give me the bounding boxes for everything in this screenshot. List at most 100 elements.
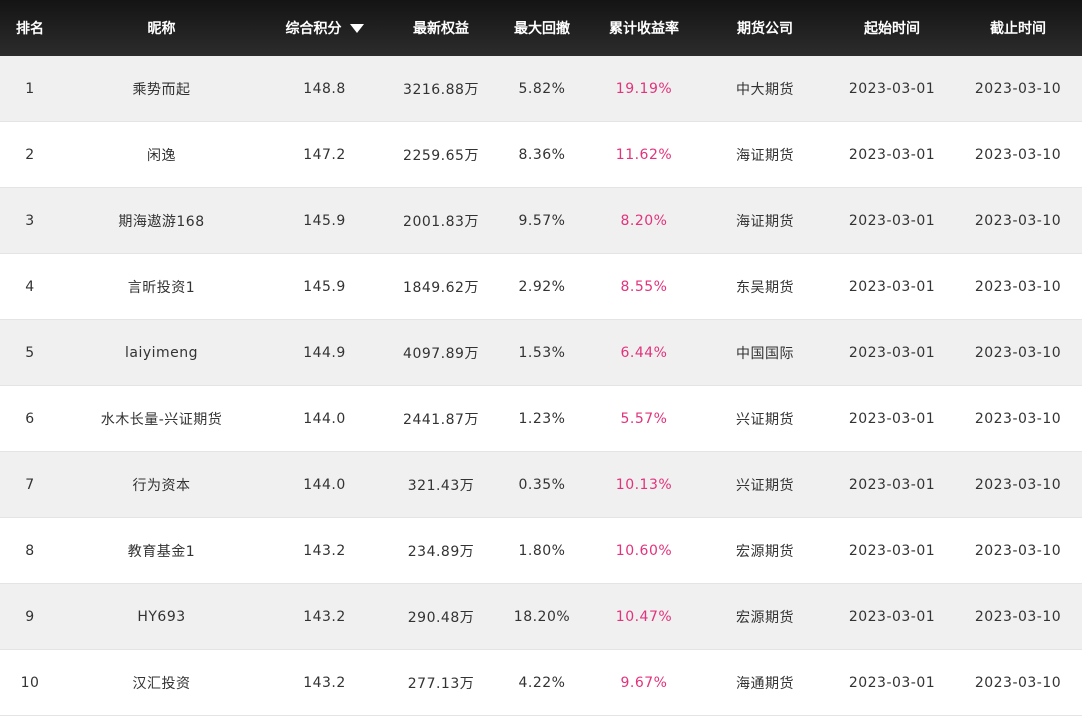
header-cum-return: 累计收益率 bbox=[609, 21, 679, 37]
equity-cell: 321.43万 bbox=[407, 477, 475, 494]
drawdown-cell: 9.57% bbox=[518, 212, 566, 229]
nickname-cell: 汉汇投资 bbox=[132, 675, 191, 692]
header-start-time: 起始时间 bbox=[864, 21, 920, 37]
end-time-cell: 2023-03-10 bbox=[974, 608, 1062, 625]
end-time-cell: 2023-03-10 bbox=[974, 212, 1062, 229]
end-time-cell: 2023-03-10 bbox=[974, 278, 1062, 295]
equity-cell: 290.48万 bbox=[407, 609, 475, 626]
nickname-cell: 行为资本 bbox=[132, 477, 191, 494]
start-time-cell: 2023-03-01 bbox=[848, 278, 936, 295]
return-cell: 5.57% bbox=[620, 410, 668, 427]
nickname-cell: 期海遨游168 bbox=[118, 213, 205, 230]
nickname-cell: HY693 bbox=[137, 608, 186, 625]
nickname-cell: 言昕投资1 bbox=[127, 279, 196, 296]
company-cell: 中国国际 bbox=[736, 345, 794, 362]
score-cell: 144.0 bbox=[303, 476, 346, 493]
table-row: 8 教育基金1 143.2 234.89万 1.80% 10.60% 宏源期货 … bbox=[0, 518, 1082, 584]
drawdown-cell: 5.82% bbox=[518, 80, 566, 97]
start-time-cell: 2023-03-01 bbox=[848, 344, 936, 361]
score-cell: 147.2 bbox=[303, 146, 346, 163]
equity-cell: 3216.88万 bbox=[403, 81, 479, 98]
equity-cell: 234.89万 bbox=[407, 543, 475, 560]
start-time-cell: 2023-03-01 bbox=[848, 80, 936, 97]
rank-cell: 9 bbox=[25, 608, 35, 625]
return-cell: 8.20% bbox=[620, 212, 668, 229]
header-max-drawdown: 最大回撤 bbox=[514, 21, 570, 37]
table-row: 9 HY693 143.2 290.48万 18.20% 10.47% 宏源期货… bbox=[0, 584, 1082, 650]
equity-cell: 2259.65万 bbox=[403, 147, 479, 164]
return-cell: 9.67% bbox=[620, 674, 668, 691]
end-time-cell: 2023-03-10 bbox=[974, 542, 1062, 559]
score-cell: 143.2 bbox=[303, 542, 346, 559]
header-rank: 排名 bbox=[16, 21, 44, 37]
drawdown-cell: 1.53% bbox=[518, 344, 566, 361]
score-cell: 145.9 bbox=[303, 212, 346, 229]
return-cell: 8.55% bbox=[620, 278, 668, 295]
table-row: 7 行为资本 144.0 321.43万 0.35% 10.13% 兴证期货 2… bbox=[0, 452, 1082, 518]
rank-cell: 5 bbox=[25, 344, 35, 361]
nickname-cell: 水木长量-兴证期货 bbox=[100, 411, 223, 428]
rank-cell: 1 bbox=[25, 80, 35, 97]
end-time-cell: 2023-03-10 bbox=[974, 146, 1062, 163]
equity-cell: 2441.87万 bbox=[403, 411, 479, 428]
drawdown-cell: 2.92% bbox=[518, 278, 566, 295]
start-time-cell: 2023-03-01 bbox=[848, 542, 936, 559]
drawdown-cell: 8.36% bbox=[518, 146, 566, 163]
drawdown-cell: 4.22% bbox=[518, 674, 566, 691]
company-cell: 东吴期货 bbox=[736, 279, 794, 296]
start-time-cell: 2023-03-01 bbox=[848, 476, 936, 493]
header-nickname: 昵称 bbox=[147, 21, 176, 37]
return-cell: 10.13% bbox=[615, 476, 673, 493]
table-row: 3 期海遨游168 145.9 2001.83万 9.57% 8.20% 海证期… bbox=[0, 188, 1082, 254]
return-cell: 11.62% bbox=[615, 146, 673, 163]
equity-cell: 2001.83万 bbox=[403, 213, 479, 230]
equity-cell: 4097.89万 bbox=[403, 345, 479, 362]
rank-cell: 6 bbox=[25, 410, 35, 427]
rank-cell: 10 bbox=[20, 674, 40, 691]
return-cell: 19.19% bbox=[615, 80, 673, 97]
company-cell: 宏源期货 bbox=[736, 543, 794, 560]
company-cell: 海证期货 bbox=[736, 213, 794, 230]
score-cell: 145.9 bbox=[303, 278, 346, 295]
header-equity: 最新权益 bbox=[413, 21, 469, 37]
rank-cell: 2 bbox=[25, 146, 35, 163]
triangle-down-icon[interactable] bbox=[349, 23, 364, 33]
return-cell: 10.47% bbox=[615, 608, 673, 625]
start-time-cell: 2023-03-01 bbox=[848, 212, 936, 229]
score-cell: 148.8 bbox=[303, 80, 346, 97]
end-time-cell: 2023-03-10 bbox=[974, 80, 1062, 97]
start-time-cell: 2023-03-01 bbox=[848, 146, 936, 163]
end-time-cell: 2023-03-10 bbox=[974, 410, 1062, 427]
rank-cell: 3 bbox=[25, 212, 35, 229]
table-row: 1 乘势而起 148.8 3216.88万 5.82% 19.19% 中大期货 … bbox=[0, 56, 1082, 122]
score-cell: 144.0 bbox=[303, 410, 346, 427]
drawdown-cell: 0.35% bbox=[518, 476, 566, 493]
header-end-time: 截止时间 bbox=[990, 21, 1046, 37]
company-cell: 宏源期货 bbox=[736, 609, 794, 626]
company-cell: 海证期货 bbox=[736, 147, 794, 164]
company-cell: 兴证期货 bbox=[736, 411, 794, 428]
table-row: 10 汉汇投资 143.2 277.13万 4.22% 9.67% 海通期货 2… bbox=[0, 650, 1082, 716]
end-time-cell: 2023-03-10 bbox=[974, 476, 1062, 493]
table-body: 1 乘势而起 148.8 3216.88万 5.82% 19.19% 中大期货 … bbox=[0, 56, 1082, 716]
drawdown-cell: 1.23% bbox=[518, 410, 566, 427]
header-company: 期货公司 bbox=[737, 21, 793, 37]
rank-cell: 8 bbox=[25, 542, 35, 559]
return-cell: 10.60% bbox=[615, 542, 673, 559]
rank-cell: 7 bbox=[25, 476, 35, 493]
score-cell: 144.9 bbox=[303, 344, 346, 361]
header-score-sortable[interactable]: 综合积分 bbox=[263, 0, 386, 56]
nickname-cell: 闲逸 bbox=[147, 147, 176, 164]
return-cell: 6.44% bbox=[620, 344, 668, 361]
table-row: 4 言昕投资1 145.9 1849.62万 2.92% 8.55% 东吴期货 … bbox=[0, 254, 1082, 320]
company-cell: 海通期货 bbox=[736, 675, 794, 692]
equity-cell: 1849.62万 bbox=[403, 279, 479, 296]
end-time-cell: 2023-03-10 bbox=[974, 344, 1062, 361]
table-header: 排名 昵称 综合积分 最新权益 最大回撤 累计收益率 期货公司 起始时间 截止时… bbox=[0, 0, 1082, 56]
start-time-cell: 2023-03-01 bbox=[848, 608, 936, 625]
ranking-table: 排名 昵称 综合积分 最新权益 最大回撤 累计收益率 期货公司 起始时间 截止时… bbox=[0, 0, 1082, 719]
drawdown-cell: 1.80% bbox=[518, 542, 566, 559]
start-time-cell: 2023-03-01 bbox=[848, 410, 936, 427]
end-time-cell: 2023-03-10 bbox=[974, 674, 1062, 691]
nickname-cell: 乘势而起 bbox=[132, 81, 191, 98]
